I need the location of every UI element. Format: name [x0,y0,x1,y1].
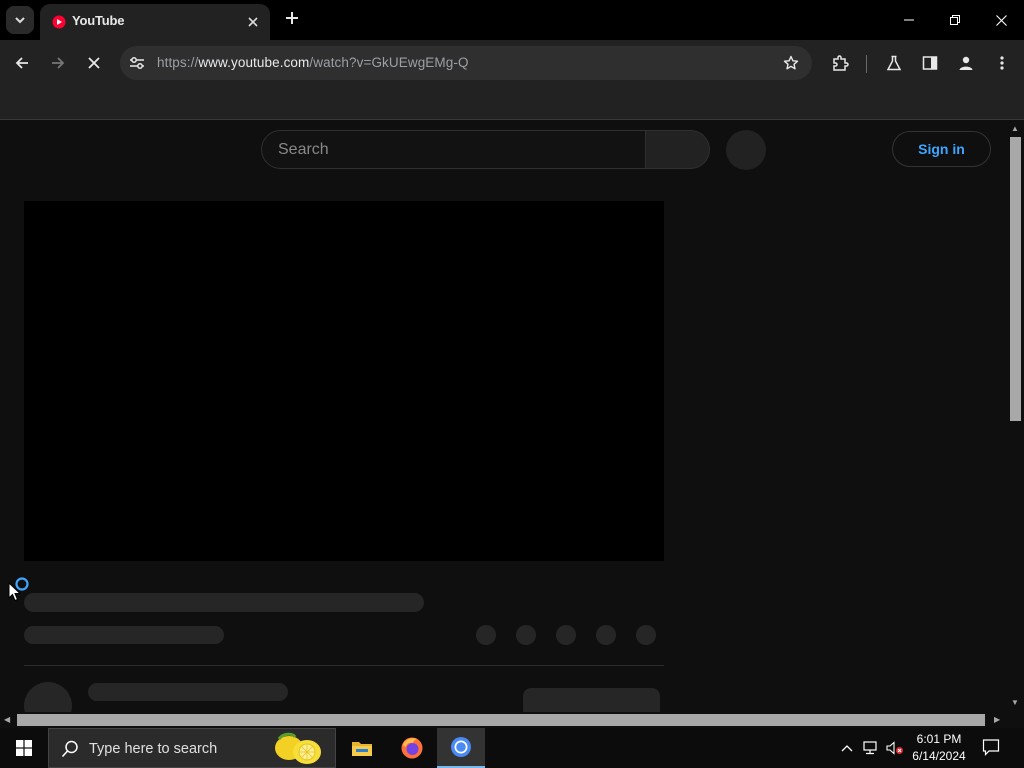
channel-name-placeholder [88,683,288,701]
horizontal-scrollbar[interactable]: ◀ ▶ [0,712,1007,728]
more-vertical-icon [1000,56,1004,70]
stop-loading-button[interactable] [80,49,108,77]
profile-button[interactable] [952,49,980,77]
url-host: www.youtube.com [198,55,310,70]
start-button[interactable] [0,728,48,768]
tab-close-button[interactable] [244,13,262,31]
action-placeholder [476,625,496,645]
puzzle-icon [833,55,849,71]
channel-avatar-placeholder [24,682,72,712]
extensions-button[interactable] [826,49,854,77]
horizontal-scroll-thumb[interactable] [17,714,985,726]
tab-strip: YouTube [0,0,1024,40]
tune-icon [130,57,144,69]
scrollbar-corner [1007,712,1024,728]
minimize-icon [904,19,914,21]
site-info-button[interactable] [124,50,150,76]
close-icon [995,14,1007,26]
chevron-down-icon [15,17,25,24]
menu-button[interactable] [988,49,1016,77]
bookmark-bar [0,86,1024,120]
scroll-down-arrow-icon[interactable]: ▼ [1011,699,1019,707]
sign-in-button[interactable]: Sign in [892,131,991,167]
minimize-button[interactable] [886,0,932,40]
new-tab-button[interactable] [280,8,304,32]
chrome-taskbar-button[interactable] [437,728,485,768]
volume-tray-button[interactable] [886,740,904,756]
clock-date: 6/14/2024 [912,749,966,763]
plus-icon [286,12,298,24]
firefox-icon [401,737,423,759]
video-player[interactable] [24,201,664,561]
youtube-favicon-icon [52,15,66,29]
scroll-left-arrow-icon[interactable]: ◀ [4,716,10,724]
scroll-up-arrow-icon[interactable]: ▲ [1011,125,1019,133]
vertical-scroll-thumb[interactable] [1010,137,1021,421]
youtube-search-button[interactable] [646,130,710,169]
show-hidden-icons-button[interactable] [838,740,856,756]
action-placeholder [596,625,616,645]
windows-logo-icon [16,740,32,756]
channel-info-placeholder [24,626,224,644]
search-icon [61,740,78,758]
action-placeholder [636,625,656,645]
tab-youtube[interactable]: YouTube [40,4,270,40]
url-text: https://www.youtube.com/watch?v=GkUEwgEM… [157,55,469,70]
volume-muted-icon [886,741,903,755]
video-title-placeholder [24,593,424,612]
vertical-scrollbar[interactable]: ▲ ▼ [1007,121,1024,712]
search-placeholder: Search [278,141,329,158]
mouse-cursor-icon [8,582,21,602]
back-button[interactable] [8,49,36,77]
scroll-right-arrow-icon[interactable]: ▶ [994,716,1000,724]
notification-center-button[interactable] [982,739,1000,756]
labs-button[interactable] [880,49,908,77]
side-panel-icon [922,56,938,70]
firefox-taskbar-button[interactable] [388,728,436,768]
chrome-icon [451,737,471,757]
subscribe-placeholder [523,688,660,712]
arrow-left-icon [15,57,28,69]
divider [24,665,664,666]
notification-icon [982,739,1000,756]
close-icon [88,57,100,69]
forward-button[interactable] [44,49,72,77]
close-window-button[interactable] [978,0,1024,40]
network-tray-button[interactable] [862,740,880,756]
address-bar[interactable]: https://www.youtube.com/watch?v=GkUEwgEM… [120,46,812,80]
url-scheme: https:// [157,55,199,70]
windows-taskbar: Type here to search 6:01 PM 6/14/2024 [0,728,1024,768]
browser-toolbar: https://www.youtube.com/watch?v=GkUEwgEM… [0,40,1024,86]
clock-time: 6:01 PM [916,732,962,746]
toolbar-divider [866,55,867,73]
url-path: /watch?v=GkUEwgEMg-Q [309,55,469,70]
taskbar-clock[interactable]: 6:01 PM 6/14/2024 [906,731,972,765]
action-placeholder [556,625,576,645]
person-icon [959,56,973,70]
voice-search-button[interactable] [726,130,766,170]
chevron-up-icon [841,745,853,752]
file-explorer-taskbar-button[interactable] [338,728,386,768]
action-placeholder [516,625,536,645]
network-icon [863,741,877,755]
close-icon [248,17,258,27]
youtube-search-input[interactable]: Search [261,130,646,169]
flask-icon [886,55,902,71]
taskbar-search-box[interactable]: Type here to search [48,728,336,768]
folder-icon [352,742,372,756]
side-panel-button[interactable] [916,49,944,77]
tab-search-button[interactable] [6,6,34,34]
taskbar-search-placeholder: Type here to search [89,741,218,757]
lemons-icon [275,732,321,764]
bookmark-star-button[interactable] [780,52,802,74]
restore-icon [950,15,960,25]
star-icon [783,55,799,70]
restore-button[interactable] [932,0,978,40]
tab-title: YouTube [72,13,125,28]
page-viewport: Search Sign in [0,121,1007,712]
arrow-right-icon [52,57,65,69]
